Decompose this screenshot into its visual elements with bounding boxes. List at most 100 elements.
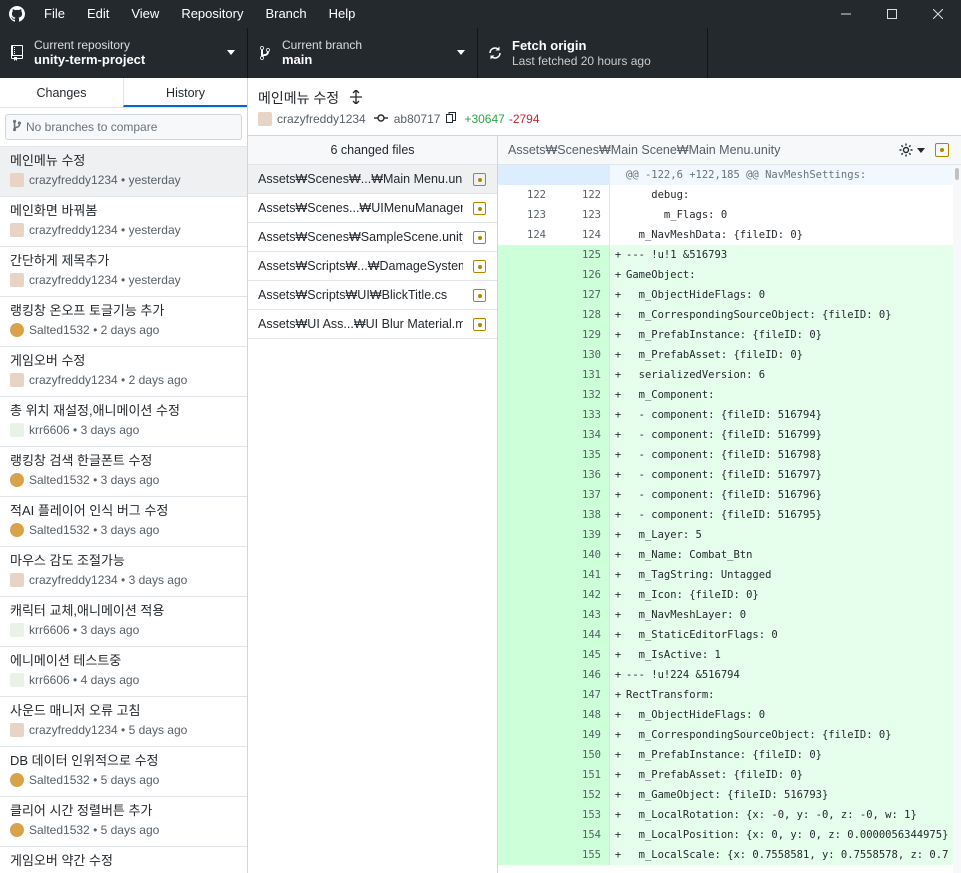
diff-added-line[interactable]: 136 + - component: {fileID: 516797} [498,465,961,485]
old-line-number [498,465,554,485]
diff-added-line[interactable]: 146 + --- !u!224 &516794 [498,665,961,685]
menu-help[interactable]: Help [319,0,368,28]
separator: • [69,623,81,637]
commit-item[interactable]: 게임오버 수정 crazyfreddy1234 • 2 days ago [0,347,247,397]
avatar [10,373,24,387]
diff-added-line[interactable]: 142 + m_Icon: {fileID: 0} [498,585,961,605]
maximize-icon[interactable] [869,0,915,28]
diff-sign: + [614,309,622,321]
diff-code: m_ObjectHideFlags: 0 [626,709,766,721]
new-line-number: 129 [554,325,610,345]
separator: • [117,273,129,287]
changed-file-item[interactable]: Assets₩Scenes₩...₩Main Menu.unity [248,165,497,194]
menu-repository[interactable]: Repository [171,0,255,28]
changed-file-item[interactable]: Assets₩Scripts₩UI₩BlickTitle.cs [248,281,497,310]
current-repository-button[interactable]: Current repository unity-term-project [0,28,248,78]
expand-icon[interactable] [349,88,363,107]
commit-item[interactable]: 캐릭터 교체,애니메이션 적용 krr6606 • 3 days ago [0,597,247,647]
commit-item[interactable]: 사운드 매니저 오류 고침 crazyfreddy1234 • 5 days a… [0,697,247,747]
changed-file-item[interactable]: Assets₩Scripts₩...₩DamageSystem.cs [248,252,497,281]
commit-item[interactable]: 메인메뉴 수정 crazyfreddy1234 • yesterday [0,147,247,197]
diff-context-line[interactable]: 122 122 debug: [498,185,961,205]
diff-added-line[interactable]: 149 + m_CorrespondingSourceObject: {file… [498,725,961,745]
diff-added-line[interactable]: 144 + m_StaticEditorFlags: 0 [498,625,961,645]
commit-item[interactable]: 마우스 감도 조절가능 crazyfreddy1234 • 3 days ago [0,547,247,597]
diff-hunk-header[interactable]: @@ -122,6 +122,185 @@ NavMeshSettings: [498,165,961,185]
minimize-icon[interactable] [823,0,869,28]
fetch-origin-button[interactable]: Fetch origin Last fetched 20 hours ago [478,28,708,78]
deletions-count: -2794 [508,112,540,126]
diff-added-line[interactable]: 131 + serializedVersion: 6 [498,365,961,385]
diff-added-line[interactable]: 145 + m_IsActive: 1 [498,645,961,665]
menu-file[interactable]: File [34,0,77,28]
old-line-number [498,505,554,525]
diff-added-line[interactable]: 133 + - component: {fileID: 516794} [498,405,961,425]
changed-file-item[interactable]: Assets₩UI Ass...₩UI Blur Material.mat [248,310,497,339]
separator: • [69,673,81,687]
changed-file-item[interactable]: Assets₩Scenes₩SampleScene.unity [248,223,497,252]
current-branch-button[interactable]: Current branch main [248,28,478,78]
diff-added-line[interactable]: 128 + m_CorrespondingSourceObject: {file… [498,305,961,325]
diff-added-line[interactable]: 140 + m_Name: Combat_Btn [498,545,961,565]
diff-added-line[interactable]: 126 + GameObject: [498,265,961,285]
diff-added-line[interactable]: 155 + m_LocalScale: {x: 0.7558581, y: 0.… [498,845,961,865]
changed-file-item[interactable]: Assets₩Scenes...₩UIMenuManager.cs [248,194,497,223]
gear-icon[interactable] [898,142,925,158]
diff-added-line[interactable]: 139 + m_Layer: 5 [498,525,961,545]
commit-item[interactable]: 랭킹창 검색 한글폰트 수정 Salted1532 • 3 days ago [0,447,247,497]
tab-history[interactable]: History [123,78,247,107]
commit-item[interactable]: 총 위치 재설정,애니메이션 수정 krr6606 • 3 days ago [0,397,247,447]
diff-added-line[interactable]: 130 + m_PrefabAsset: {fileID: 0} [498,345,961,365]
commit-meta: crazyfreddy1234 • yesterday [10,173,247,187]
scrollbar[interactable] [953,166,961,873]
commit-item[interactable]: 에니메이션 테스트중 krr6606 • 4 days ago [0,647,247,697]
commit-item[interactable]: 클리어 시간 정렬버튼 추가 Salted1532 • 5 days ago [0,797,247,847]
diff-added-line[interactable]: 153 + m_LocalRotation: {x: -0, y: -0, z:… [498,805,961,825]
old-line-number [498,365,554,385]
commit-item[interactable]: 게임오버 약간 수정 [0,847,247,873]
diff-sign: + [614,429,622,441]
diff-added-line[interactable]: 137 + - component: {fileID: 516796} [498,485,961,505]
scrollbar-thumb[interactable] [955,168,959,180]
diff-added-line[interactable]: 154 + m_LocalPosition: {x: 0, y: 0, z: 0… [498,825,961,845]
diff-added-line[interactable]: 152 + m_GameObject: {fileID: 516793} [498,785,961,805]
diff-added-line[interactable]: 151 + m_PrefabAsset: {fileID: 0} [498,765,961,785]
menu-view[interactable]: View [121,0,171,28]
commit-item[interactable]: 메인화면 바꿔봄 crazyfreddy1234 • yesterday [0,197,247,247]
commit-time: 4 days ago [80,673,140,687]
branch-compare-input[interactable]: No branches to compare [5,114,242,140]
diff-context-line[interactable]: 124 124 m_NavMeshData: {fileID: 0} [498,225,961,245]
commit-item[interactable]: 랭킹창 온오프 토글기능 추가 Salted1532 • 2 days ago [0,297,247,347]
diff-sign [610,185,626,205]
diff-context-line[interactable]: 123 123 m_Flags: 0 [498,205,961,225]
diff-added-line[interactable]: 141 + m_TagString: Untagged [498,565,961,585]
old-line-number [498,325,554,345]
new-line-number: 153 [554,805,610,825]
diff-added-line[interactable]: 138 + - component: {fileID: 516795} [498,505,961,525]
diff-added-line[interactable]: 148 + m_ObjectHideFlags: 0 [498,705,961,725]
diff-added-line[interactable]: 134 + - component: {fileID: 516799} [498,425,961,445]
commit-author: crazyfreddy1234 [29,573,118,587]
diff-added-line[interactable]: 125 + --- !u!1 &516793 [498,245,961,265]
commit-item[interactable]: 간단하게 제목추가 crazyfreddy1234 • yesterday [0,247,247,297]
new-line-number: 132 [554,385,610,405]
diff-sign: + [614,669,622,681]
copy-icon[interactable] [446,112,457,126]
commit-title: 메인메뉴 수정 [258,90,340,106]
diff-added-line[interactable]: 132 + m_Component: [498,385,961,405]
diff-added-line[interactable]: 143 + m_NavMeshLayer: 0 [498,605,961,625]
diff-added-line[interactable]: 147 + RectTransform: [498,685,961,705]
commit-time: 2 days ago [100,323,160,337]
commit-author: crazyfreddy1234 [29,723,118,737]
commit-item[interactable]: 적AI 플레이어 인식 버그 수정 Salted1532 • 3 days ag… [0,497,247,547]
commit-item[interactable]: DB 데이터 인위적으로 수정 Salted1532 • 5 days ago [0,747,247,797]
diff-added-line[interactable]: 150 + m_PrefabInstance: {fileID: 0} [498,745,961,765]
old-line-number [498,805,554,825]
close-icon[interactable] [915,0,961,28]
diff-added-line[interactable]: 129 + m_PrefabInstance: {fileID: 0} [498,325,961,345]
menu-branch[interactable]: Branch [255,0,318,28]
menu-edit[interactable]: Edit [77,0,121,28]
diff-added-line[interactable]: 127 + m_ObjectHideFlags: 0 [498,285,961,305]
tab-changes[interactable]: Changes [0,78,123,107]
diff-added-line[interactable]: 135 + - component: {fileID: 516798} [498,445,961,465]
